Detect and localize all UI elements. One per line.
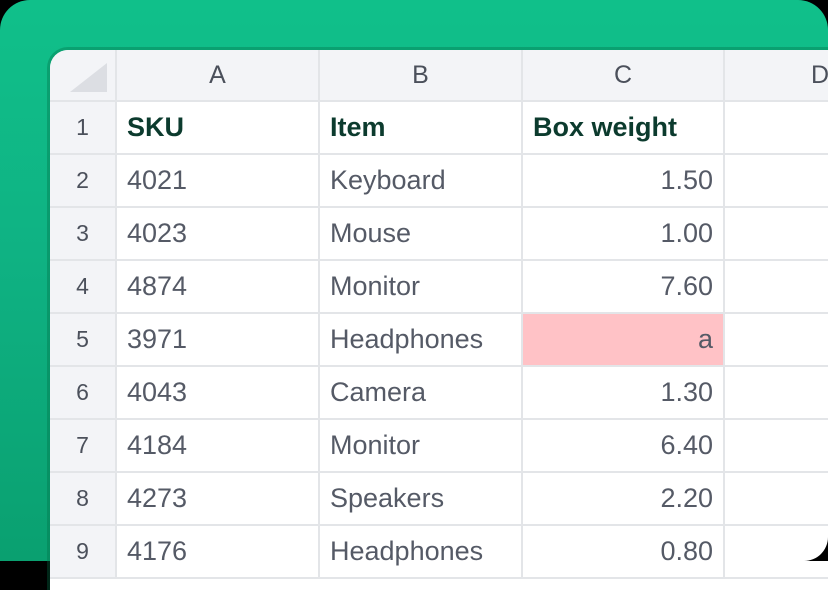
select-all-triangle-icon — [70, 63, 107, 92]
row-header[interactable]: 1 — [50, 102, 117, 153]
row-header[interactable]: 9 — [50, 526, 117, 577]
cell-c9[interactable]: 0.80 — [523, 526, 725, 577]
table-row: 3 4023 Mouse 1.00 — [50, 208, 828, 261]
cell-c7[interactable]: 6.40 — [523, 420, 725, 471]
table-row: 8 4273 Speakers 2.20 — [50, 473, 828, 526]
cell-b8[interactable]: Speakers — [320, 473, 523, 524]
row-header[interactable]: 6 — [50, 367, 117, 418]
cell-a6[interactable]: 4043 — [117, 367, 320, 418]
cell-a4[interactable]: 4874 — [117, 261, 320, 312]
cell-b3[interactable]: Mouse — [320, 208, 523, 259]
cell-c3[interactable]: 1.00 — [523, 208, 725, 259]
row-header[interactable]: 3 — [50, 208, 117, 259]
cell-d4[interactable] — [725, 261, 828, 312]
spreadsheet-panel: A B C D 1 SKU Item Box weight 2 4021 Key… — [50, 50, 828, 590]
cell-d2[interactable] — [725, 155, 828, 206]
cell-b2[interactable]: Keyboard — [320, 155, 523, 206]
row-header[interactable]: 8 — [50, 473, 117, 524]
cell-b7[interactable]: Monitor — [320, 420, 523, 471]
cell-d5[interactable] — [725, 314, 828, 365]
cell-a3[interactable]: 4023 — [117, 208, 320, 259]
cell-c2[interactable]: 1.50 — [523, 155, 725, 206]
column-header-a[interactable]: A — [117, 50, 320, 100]
cell-d3[interactable] — [725, 208, 828, 259]
table-row: 4 4874 Monitor 7.60 — [50, 261, 828, 314]
cell-a1[interactable]: SKU — [117, 102, 320, 153]
rounded-corner-mask — [804, 537, 828, 561]
row-header[interactable]: 2 — [50, 155, 117, 206]
cell-c4[interactable]: 7.60 — [523, 261, 725, 312]
cell-a8[interactable]: 4273 — [117, 473, 320, 524]
column-header-c[interactable]: C — [523, 50, 725, 100]
spreadsheet-grid: A B C D 1 SKU Item Box weight 2 4021 Key… — [50, 50, 828, 579]
column-header-b[interactable]: B — [320, 50, 523, 100]
cell-d7[interactable] — [725, 420, 828, 471]
cell-b4[interactable]: Monitor — [320, 261, 523, 312]
cell-a2[interactable]: 4021 — [117, 155, 320, 206]
select-all-corner[interactable] — [50, 50, 117, 100]
row-header[interactable]: 7 — [50, 420, 117, 471]
table-row: 6 4043 Camera 1.30 — [50, 367, 828, 420]
cell-c8[interactable]: 2.20 — [523, 473, 725, 524]
table-row: 2 4021 Keyboard 1.50 — [50, 155, 828, 208]
row-header[interactable]: 4 — [50, 261, 117, 312]
cell-c5-error[interactable]: a — [523, 314, 725, 365]
cell-b6[interactable]: Camera — [320, 367, 523, 418]
cell-b1[interactable]: Item — [320, 102, 523, 153]
cell-d6[interactable] — [725, 367, 828, 418]
cell-b5[interactable]: Headphones — [320, 314, 523, 365]
cell-a9[interactable]: 4176 — [117, 526, 320, 577]
row-header[interactable]: 5 — [50, 314, 117, 365]
column-header-d[interactable]: D — [725, 50, 828, 100]
table-row: 1 SKU Item Box weight — [50, 102, 828, 155]
table-row: 9 4176 Headphones 0.80 — [50, 526, 828, 579]
table-row: 5 3971 Headphones a — [50, 314, 828, 367]
cell-a7[interactable]: 4184 — [117, 420, 320, 471]
cell-d8[interactable] — [725, 473, 828, 524]
table-row: 7 4184 Monitor 6.40 — [50, 420, 828, 473]
cell-d1[interactable] — [725, 102, 828, 153]
cell-b9[interactable]: Headphones — [320, 526, 523, 577]
column-header-row: A B C D — [50, 50, 828, 102]
cell-c6[interactable]: 1.30 — [523, 367, 725, 418]
cell-a5[interactable]: 3971 — [117, 314, 320, 365]
cell-c1[interactable]: Box weight — [523, 102, 725, 153]
